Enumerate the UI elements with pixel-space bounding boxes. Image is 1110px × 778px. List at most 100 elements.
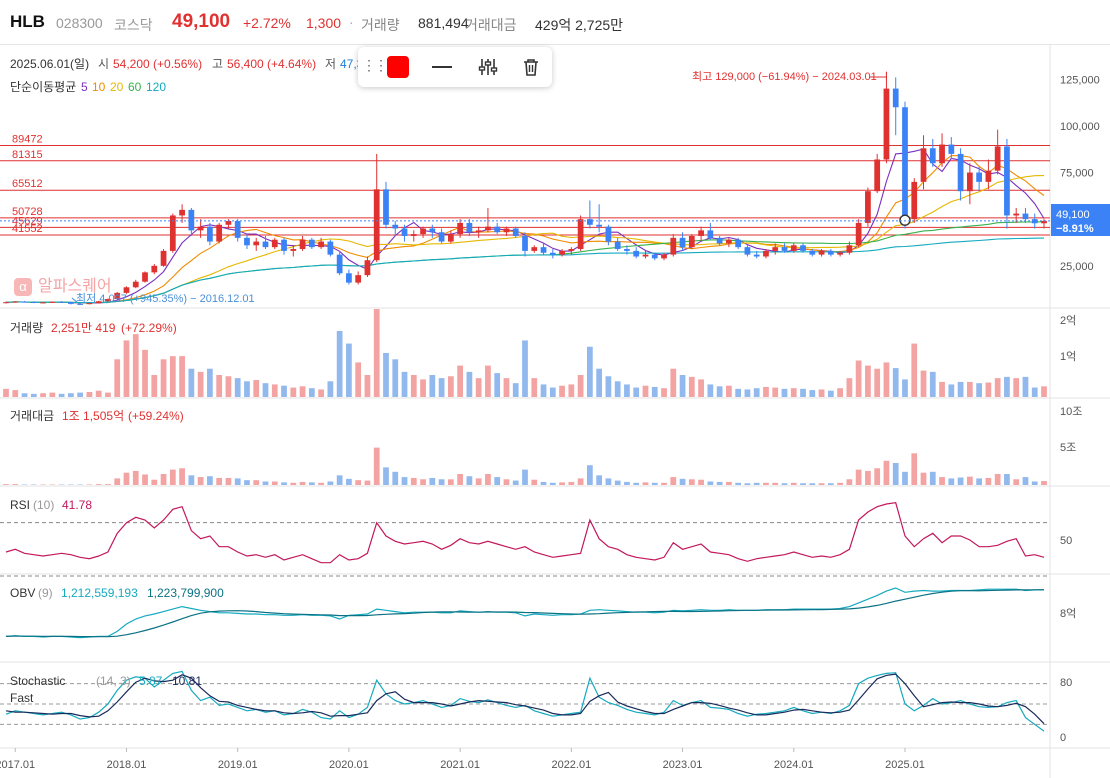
amount-bar	[800, 483, 806, 485]
amount-bar	[753, 482, 760, 485]
candle-body	[624, 249, 630, 251]
stock-chart[interactable]: 894728131565512507284562941552 2017.0120…	[0, 44, 1110, 778]
volume-bar	[605, 376, 612, 397]
color-picker-button[interactable]	[387, 56, 409, 78]
candle-body	[735, 239, 742, 248]
amount-bar	[549, 482, 556, 485]
candle-body	[142, 272, 148, 282]
amount-tick-10: 10조	[1060, 406, 1082, 418]
volume-bar	[855, 360, 862, 397]
amount-bar	[716, 481, 723, 485]
candle-body	[503, 228, 510, 233]
candle-body	[920, 148, 927, 182]
amount-bar	[179, 468, 185, 485]
volume-bar	[160, 359, 167, 397]
amount-bar	[661, 482, 667, 485]
candle-body	[299, 239, 306, 250]
amount-bar	[123, 472, 130, 485]
amount-bar	[95, 484, 102, 485]
amount-bar	[874, 468, 881, 485]
amount-bar	[475, 478, 482, 485]
amount-bar	[966, 476, 973, 485]
amount-bar	[605, 478, 612, 485]
amount-bar	[781, 483, 788, 485]
current-price: 49,100	[172, 11, 231, 32]
price-tick-1: 100,000	[1060, 121, 1100, 133]
volume-bar	[485, 365, 491, 397]
volume-bar	[336, 331, 343, 397]
candle-body	[327, 241, 334, 255]
volume-bar	[12, 390, 19, 397]
candle-body	[651, 254, 658, 259]
change-amount: 1,300	[306, 15, 342, 31]
candle-body	[447, 234, 454, 242]
rsi-value: 41.78	[62, 498, 92, 512]
amount-bar	[1013, 479, 1020, 485]
amount-bar	[225, 477, 232, 485]
amount-bar	[207, 476, 213, 485]
current-price-tag-change: −8.91%	[1056, 223, 1094, 235]
volume-bar	[892, 368, 899, 397]
x-label-6: 2023.01	[663, 759, 703, 771]
stochastic-value-1: 5.87	[139, 674, 163, 688]
amount-bar	[902, 471, 908, 485]
volume-bar	[58, 393, 65, 397]
candle-body	[336, 254, 343, 274]
volume-bar	[346, 343, 352, 397]
ma-line-5	[5, 148, 1045, 304]
volume-bar	[151, 375, 158, 397]
amount-panel-change: (+59.24%)	[128, 409, 184, 423]
candle-body	[883, 88, 890, 160]
amount-bar	[642, 482, 649, 485]
amount-bar	[568, 481, 575, 485]
volume-value: 881,494	[418, 15, 469, 31]
amount-bar	[587, 465, 593, 485]
volume-bar	[614, 381, 621, 397]
candle-body	[818, 250, 825, 255]
amount-bar	[818, 483, 825, 485]
candle-body	[207, 226, 213, 242]
volume-bar	[624, 384, 630, 397]
volume-bar	[77, 392, 84, 397]
volume-bar	[911, 343, 918, 397]
volume-bar	[105, 392, 111, 397]
volume-bar	[549, 387, 556, 397]
rsi-line	[5, 502, 1045, 564]
candle-body	[531, 247, 538, 251]
volume-bar	[512, 383, 519, 397]
amount-bar	[614, 480, 621, 485]
line-style-button[interactable]	[432, 66, 452, 68]
volume-bar	[355, 362, 362, 397]
high-annotation: 최고 129,000 (−61.94%) − 2024.03.01	[692, 70, 877, 83]
candle-body	[865, 191, 871, 223]
drag-handle-icon[interactable]: ⋮⋮	[362, 57, 388, 74]
volume-bar	[318, 389, 324, 397]
amount-bar	[114, 478, 121, 485]
current-price-tag-value: 49,100	[1056, 209, 1090, 221]
volume-bar	[874, 368, 881, 397]
amount-bar	[438, 479, 445, 485]
settings-sliders-icon[interactable]	[477, 56, 499, 78]
volume-bar	[827, 390, 834, 397]
amount-bar	[281, 482, 287, 485]
volume-bar	[3, 388, 9, 397]
volume-bar	[1004, 376, 1010, 397]
amount-bar	[957, 477, 964, 485]
x-label-7: 2024.01	[774, 759, 814, 771]
volume-bar	[457, 365, 463, 397]
volume-bar	[142, 349, 148, 397]
support-line-label-0: 89472	[12, 134, 43, 146]
amount-bar	[976, 478, 982, 485]
trash-icon[interactable]	[520, 56, 542, 78]
candle-body	[809, 250, 816, 255]
amount-bar	[105, 484, 111, 485]
ticker: HLB	[10, 12, 45, 31]
candle-body	[253, 241, 260, 246]
amount-bar	[1041, 481, 1047, 485]
candle-body	[68, 302, 74, 304]
amount-bar	[308, 482, 315, 485]
amount-bar	[401, 477, 408, 485]
volume-label: 거래량	[361, 17, 400, 33]
candle-body	[262, 241, 269, 248]
amount-bar	[299, 481, 306, 485]
